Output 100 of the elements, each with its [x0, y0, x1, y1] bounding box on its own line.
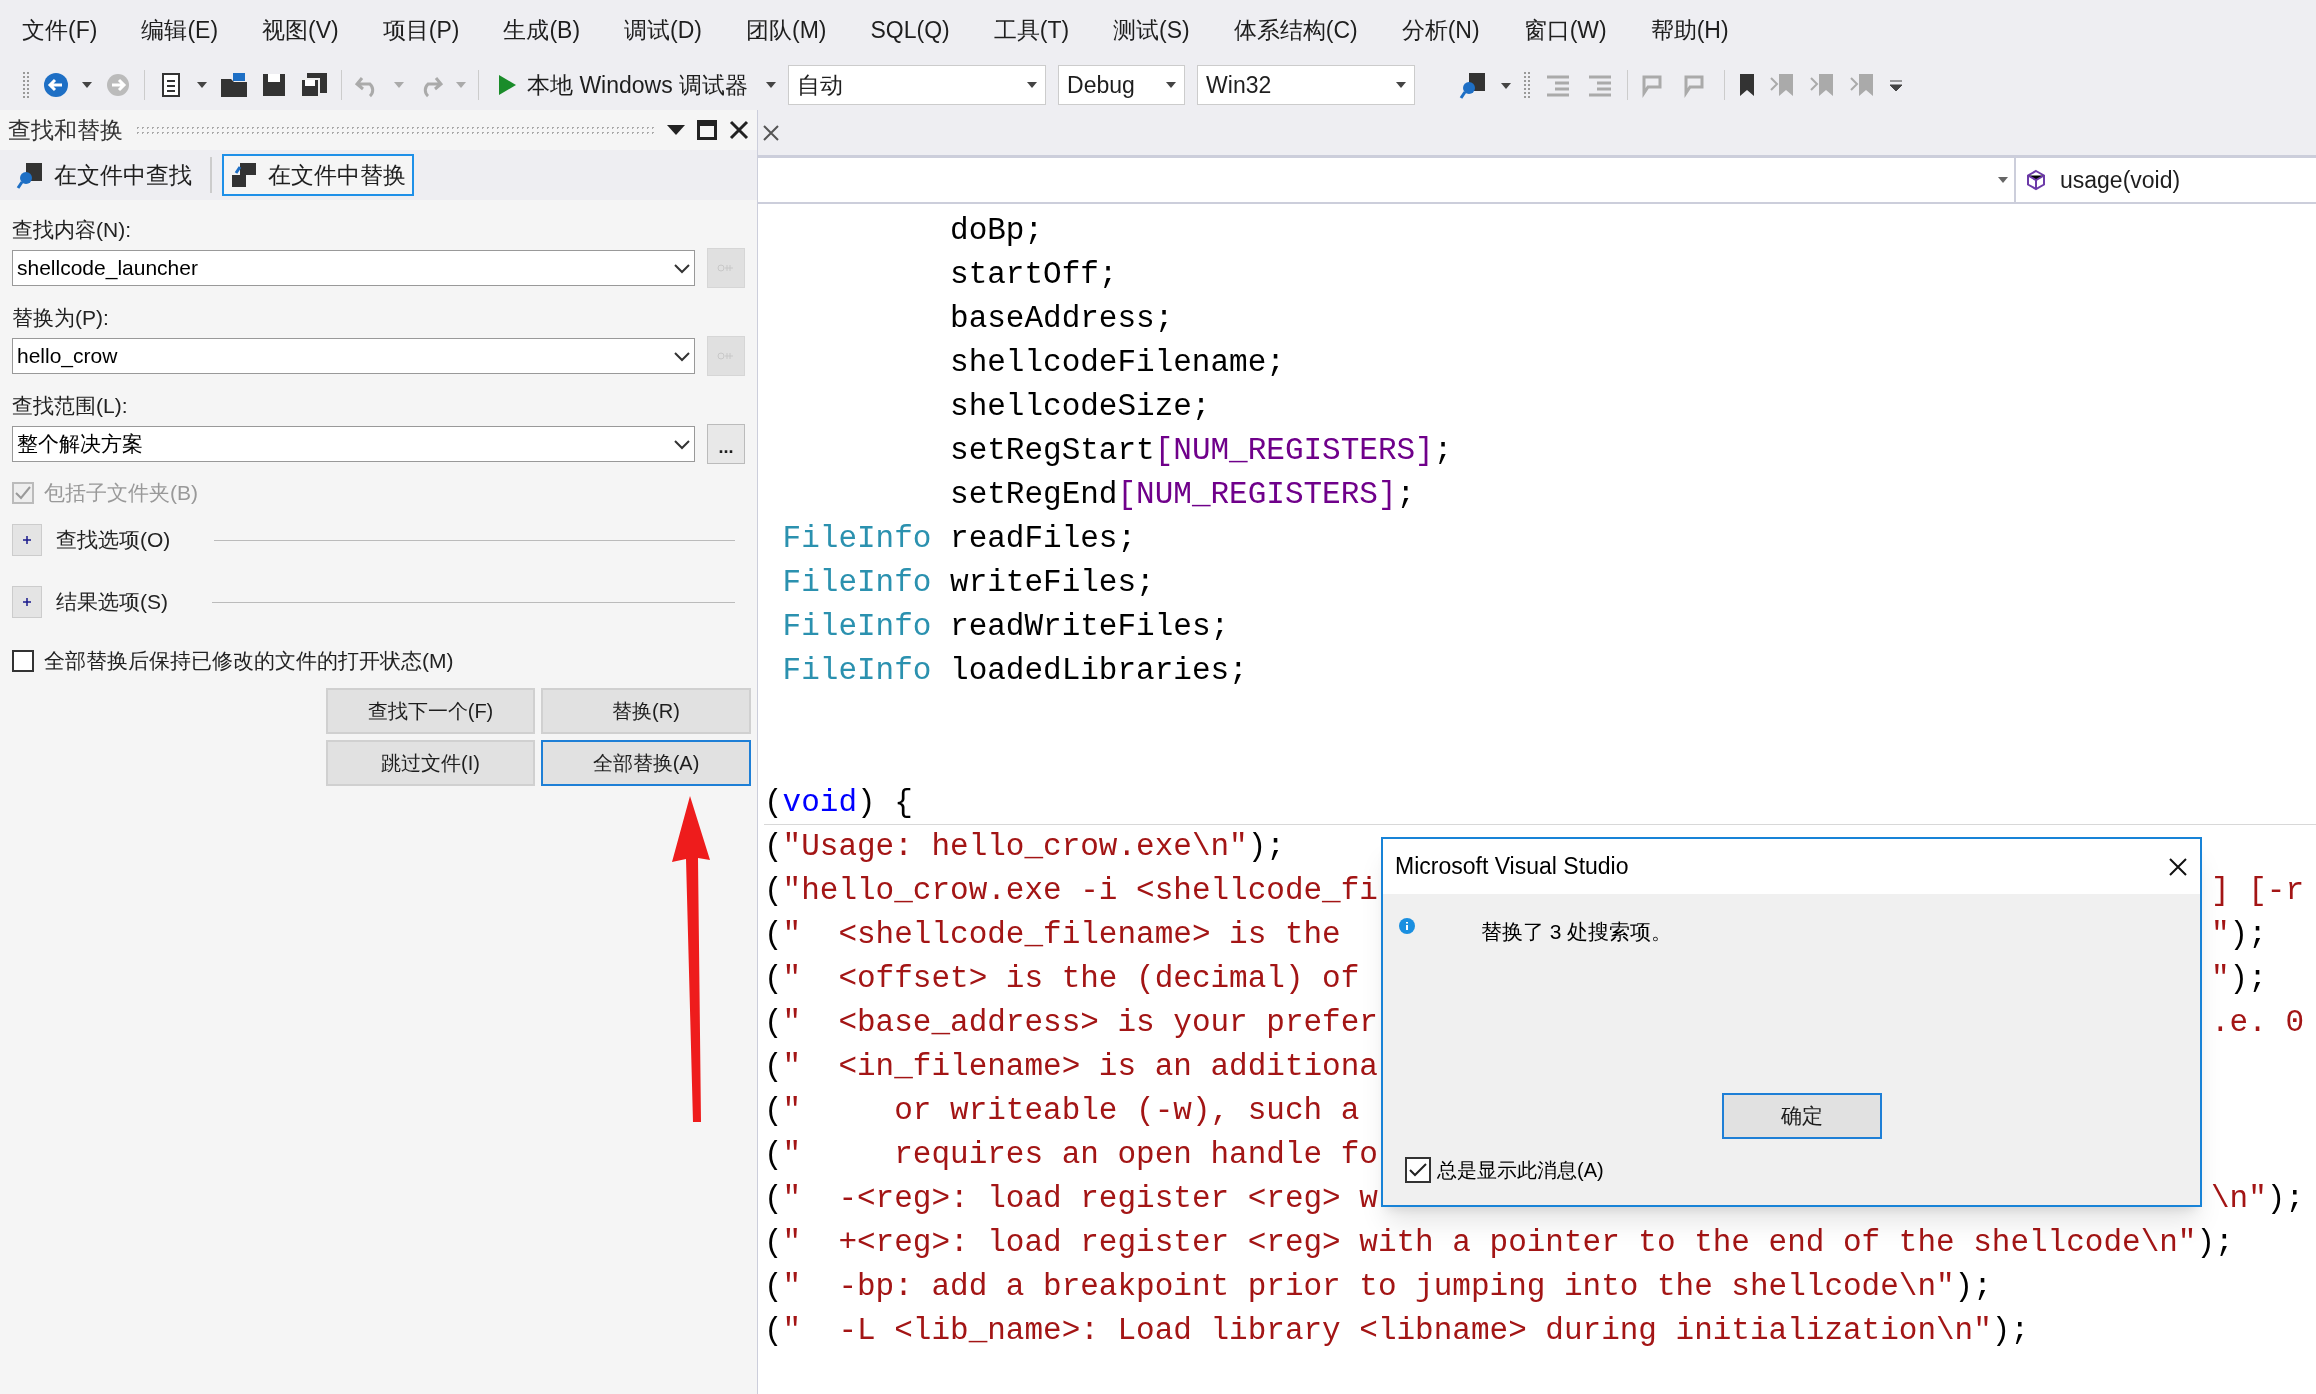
action-button[interactable]: 全部替换(A)	[541, 740, 751, 786]
dropdown-icon[interactable]	[667, 125, 685, 135]
menu-item[interactable]: 文件(F)	[22, 12, 98, 48]
checkbox[interactable]	[12, 650, 34, 672]
chevron-icon	[674, 438, 690, 450]
member-dropdown[interactable]: usage(void)	[2016, 158, 2316, 202]
check-icon	[1409, 1163, 1427, 1177]
action-button[interactable]: 跳过文件(I)	[326, 740, 535, 786]
code-line: (" -<reg>: load register <reg> w	[764, 1181, 1378, 1216]
code-line: (" <shellcode_filename> is the	[764, 917, 1341, 952]
code-line: shellcodeFilename;	[949, 345, 1285, 380]
code-line: FileInfo readFiles;	[781, 521, 1137, 556]
chevron-icon	[674, 262, 690, 274]
checkbox-label: 全部替换后保持已修改的文件的打开状态(M)	[44, 648, 454, 675]
input-field[interactable]: shellcode_launcher	[12, 250, 695, 286]
code-line: (" -L <lib_name>: Load library <libname> during initialization\n");	[764, 1313, 2030, 1348]
checkbox-label: 包括子文件夹(B)	[44, 480, 198, 507]
plus-icon	[22, 535, 32, 545]
dialog-message: 替换了 3 处搜索项。	[1481, 919, 1673, 945]
code-line: FileInfo loadedLibraries;	[781, 653, 1248, 688]
section-header[interactable]: 结果选项(S)	[56, 586, 168, 618]
checkbox[interactable]	[1405, 1157, 1431, 1183]
close-icon[interactable]	[729, 120, 749, 140]
save-icon[interactable]	[261, 72, 287, 98]
ok-button[interactable]: 确定	[1721, 1093, 1882, 1139]
code-line: (" <in_filename> is an additiona	[764, 1049, 1378, 1084]
menu-item[interactable]: 工具(T)	[993, 12, 1070, 48]
back-icon[interactable]	[42, 71, 70, 99]
menu-item[interactable]: 体系结构(C)	[1233, 12, 1358, 48]
caret-icon	[1998, 177, 2008, 183]
panel-title: 查找和替换	[8, 115, 123, 145]
caret-icon[interactable]	[197, 82, 207, 88]
dropdown[interactable]: Debug	[1058, 65, 1186, 105]
code-line: doBp;	[949, 213, 1044, 248]
action-button[interactable]: 查找下一个(F)	[326, 688, 535, 734]
close-icon[interactable]	[762, 123, 780, 142]
regex-icon	[717, 351, 735, 361]
code-line: .e. 0	[2211, 1004, 2304, 1042]
menu-item[interactable]: 编辑(E)	[141, 12, 219, 48]
section-header[interactable]: 查找选项(O)	[56, 524, 171, 556]
play-icon	[497, 74, 517, 96]
checkbox-label: 总是显示此消息(A)	[1437, 1158, 1604, 1183]
code-line: (" <base_address> is your prefer	[764, 1005, 1378, 1040]
folder-icon[interactable]	[219, 71, 249, 99]
tab[interactable]: 在文件中查找	[8, 154, 200, 196]
browse-button[interactable]: ...	[707, 424, 745, 464]
menu-item[interactable]: 视图(V)	[262, 12, 339, 48]
menu-item[interactable]: SQL(Q)	[870, 12, 950, 48]
plus-icon	[22, 597, 32, 607]
caret-icon[interactable]	[1501, 81, 1512, 89]
dropdown[interactable]: Win32	[1197, 65, 1416, 105]
input-field[interactable]: 整个解决方案	[12, 426, 695, 462]
menu-item[interactable]: 生成(B)	[503, 12, 581, 48]
code-line: (" requires an open handle fo	[764, 1137, 1378, 1172]
code-line: ("Usage: hello_crow.exe\n");	[764, 829, 1285, 864]
debug-button[interactable]: 本地 Windows 调试器	[491, 65, 755, 105]
chevron-icon	[674, 350, 690, 362]
caret-icon[interactable]	[766, 82, 777, 88]
code-line: ] [-r	[2211, 872, 2304, 910]
code-line: FileInfo writeFiles;	[781, 565, 1155, 600]
code-line: setRegStart[NUM_REGISTERS];	[949, 433, 1453, 468]
code-line: \n");	[2211, 1180, 2305, 1218]
menu-item[interactable]: 分析(N)	[1401, 12, 1480, 48]
caret-icon	[1027, 82, 1038, 88]
code-line: (" <offset> is the (decimal) of	[764, 961, 1360, 996]
code-line: baseAddress;	[949, 301, 1174, 336]
expand-button[interactable]	[12, 586, 42, 618]
regex-icon	[717, 263, 735, 273]
action-button[interactable]: 替换(R)	[541, 688, 751, 734]
method-icon	[2026, 169, 2046, 191]
menu-item[interactable]: 团队(M)	[746, 12, 827, 48]
field-label: 查找范围(L):	[12, 393, 129, 419]
close-icon[interactable]	[2168, 856, 2188, 877]
menu-item[interactable]: 帮助(H)	[1650, 12, 1729, 48]
code-line: setRegEnd[NUM_REGISTERS];	[949, 477, 1416, 512]
code-line: (void) {	[764, 785, 913, 820]
info-icon	[1399, 918, 1415, 934]
code-line: (" -bp: add a breakpoint prior to jumping into the shellcode\n");	[764, 1269, 1992, 1304]
menu-item[interactable]: 窗口(W)	[1523, 12, 1607, 48]
dropdown[interactable]: 自动	[788, 65, 1047, 105]
expand-button[interactable]	[12, 524, 42, 556]
field-label: 查找内容(N):	[12, 217, 132, 243]
caret-icon[interactable]	[82, 82, 92, 88]
code-line: (" +<reg>: load register <reg> with a pointer to the end of the shellcode\n");	[764, 1225, 2234, 1260]
code-line: (" or writeable (-w), such a	[764, 1093, 1360, 1128]
grip-icon	[22, 70, 30, 100]
grip-icon	[1523, 70, 1532, 100]
tab[interactable]: 在文件中替换	[222, 154, 414, 196]
dialog-title: Microsoft Visual Studio	[1395, 852, 1629, 882]
menu-item[interactable]: 调试(D)	[624, 12, 702, 48]
input-field[interactable]: hello_crow	[12, 338, 695, 374]
menu-item[interactable]: 测试(S)	[1113, 12, 1190, 48]
replace-icon	[230, 161, 258, 189]
maximize-icon[interactable]	[697, 120, 717, 140]
menu-item[interactable]: 项目(P)	[382, 12, 460, 48]
overflow-icon[interactable]	[1889, 79, 1904, 91]
find-icon	[16, 161, 44, 189]
code-line: shellcodeSize;	[949, 389, 1211, 424]
save-all-icon[interactable]	[299, 71, 329, 99]
code-line: ");	[2211, 960, 2267, 998]
